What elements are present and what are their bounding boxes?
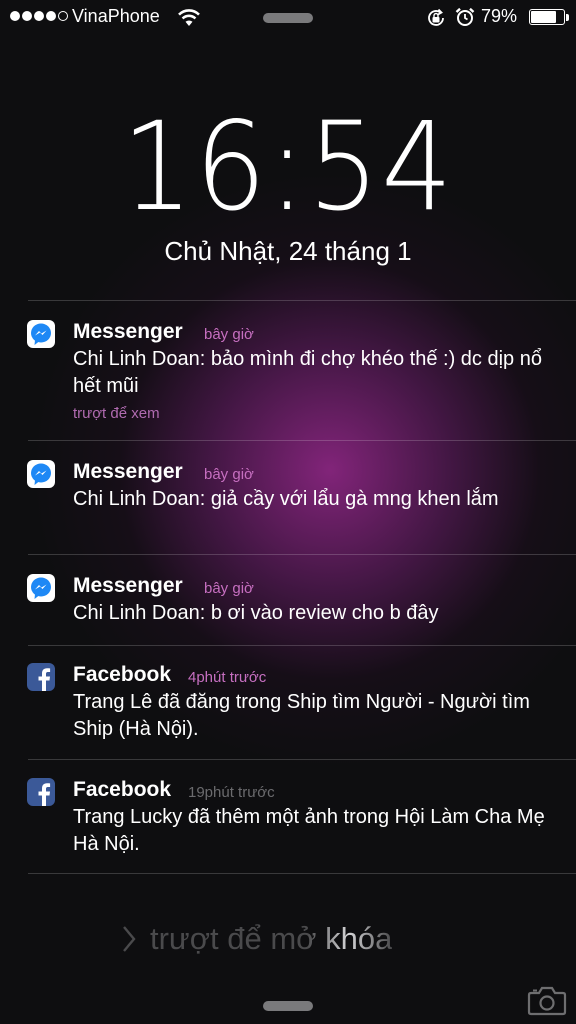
notification-time: bây giờ [204,580,254,597]
facebook-icon [27,663,55,691]
notification-item[interactable]: Messenger bây giờ Chi Linh Doan: giả cầy… [0,442,576,552]
notification-app-name: Messenger [73,574,183,597]
notification-body: Trang Lê đã đăng trong Ship tìm Người - … [73,691,530,740]
messenger-icon [27,460,55,488]
notification-item[interactable]: Messenger bây giờ Chi Linh Doan: bảo mìn… [0,302,576,438]
notification-body: Trang Lucky đã thêm một ảnh trong Hội Là… [73,806,545,855]
camera-icon[interactable] [527,984,567,1021]
rotation-lock-icon [425,7,447,34]
notification-item[interactable]: Facebook 4phút trước Trang Lê đã đăng tr… [0,645,576,757]
carrier-name: VinaPhone [72,6,160,26]
slide-to-unlock[interactable]: trượt để mở khóa [120,921,392,957]
chevron-right-icon [123,926,136,952]
notification-app-name: Facebook [73,778,172,801]
lock-screen-clock: 16:54 [121,96,455,238]
notification-app-name: Messenger [73,320,183,343]
notification-time: bây giờ [204,466,254,483]
notification-body: Chi Linh Doan: b ơi vào review cho b đây [73,602,439,624]
status-bar: VinaPhone 79% [0,0,576,34]
notification-divider [28,300,576,301]
notification-center-handle[interactable] [263,13,313,23]
battery-percentage: 79% [481,6,518,26]
alarm-icon [454,6,476,33]
notification-divider [28,554,576,555]
notification-body: Chi Linh Doan: giả cầy với lẩu gà mng kh… [73,488,499,510]
lock-screen: VinaPhone 79% 16:54 Chủ Nhật, 24 tháng 1… [0,0,576,1024]
notification-item[interactable]: Facebook 19phút trước Trang Lucky đã thê… [0,760,576,872]
battery-tip [566,14,569,21]
battery-icon [529,9,565,25]
control-center-handle[interactable] [263,1001,313,1011]
signal-strength-icon [10,11,68,21]
notification-divider [28,873,576,874]
notification-divider [28,440,576,441]
messenger-icon [27,574,55,602]
notification-app-name: Facebook [73,663,172,686]
notification-body: Chi Linh Doan: bảo mình đi chợ khéo thế … [73,348,542,397]
slide-to-unlock-label: trượt để mở khóa [150,921,393,956]
facebook-icon [27,778,55,806]
messenger-icon [27,320,55,348]
wifi-icon [177,7,201,32]
notification-time: 19phút trước [188,784,275,801]
notification-item[interactable]: Messenger bây giờ Chi Linh Doan: b ơi và… [0,556,576,644]
notification-time: bây giờ [204,326,254,343]
notification-time: 4phút trước [188,669,267,686]
notification-hint: trượt để xem [73,405,160,422]
lock-screen-date: Chủ Nhật, 24 tháng 1 [164,236,412,266]
notification-app-name: Messenger [73,460,183,483]
